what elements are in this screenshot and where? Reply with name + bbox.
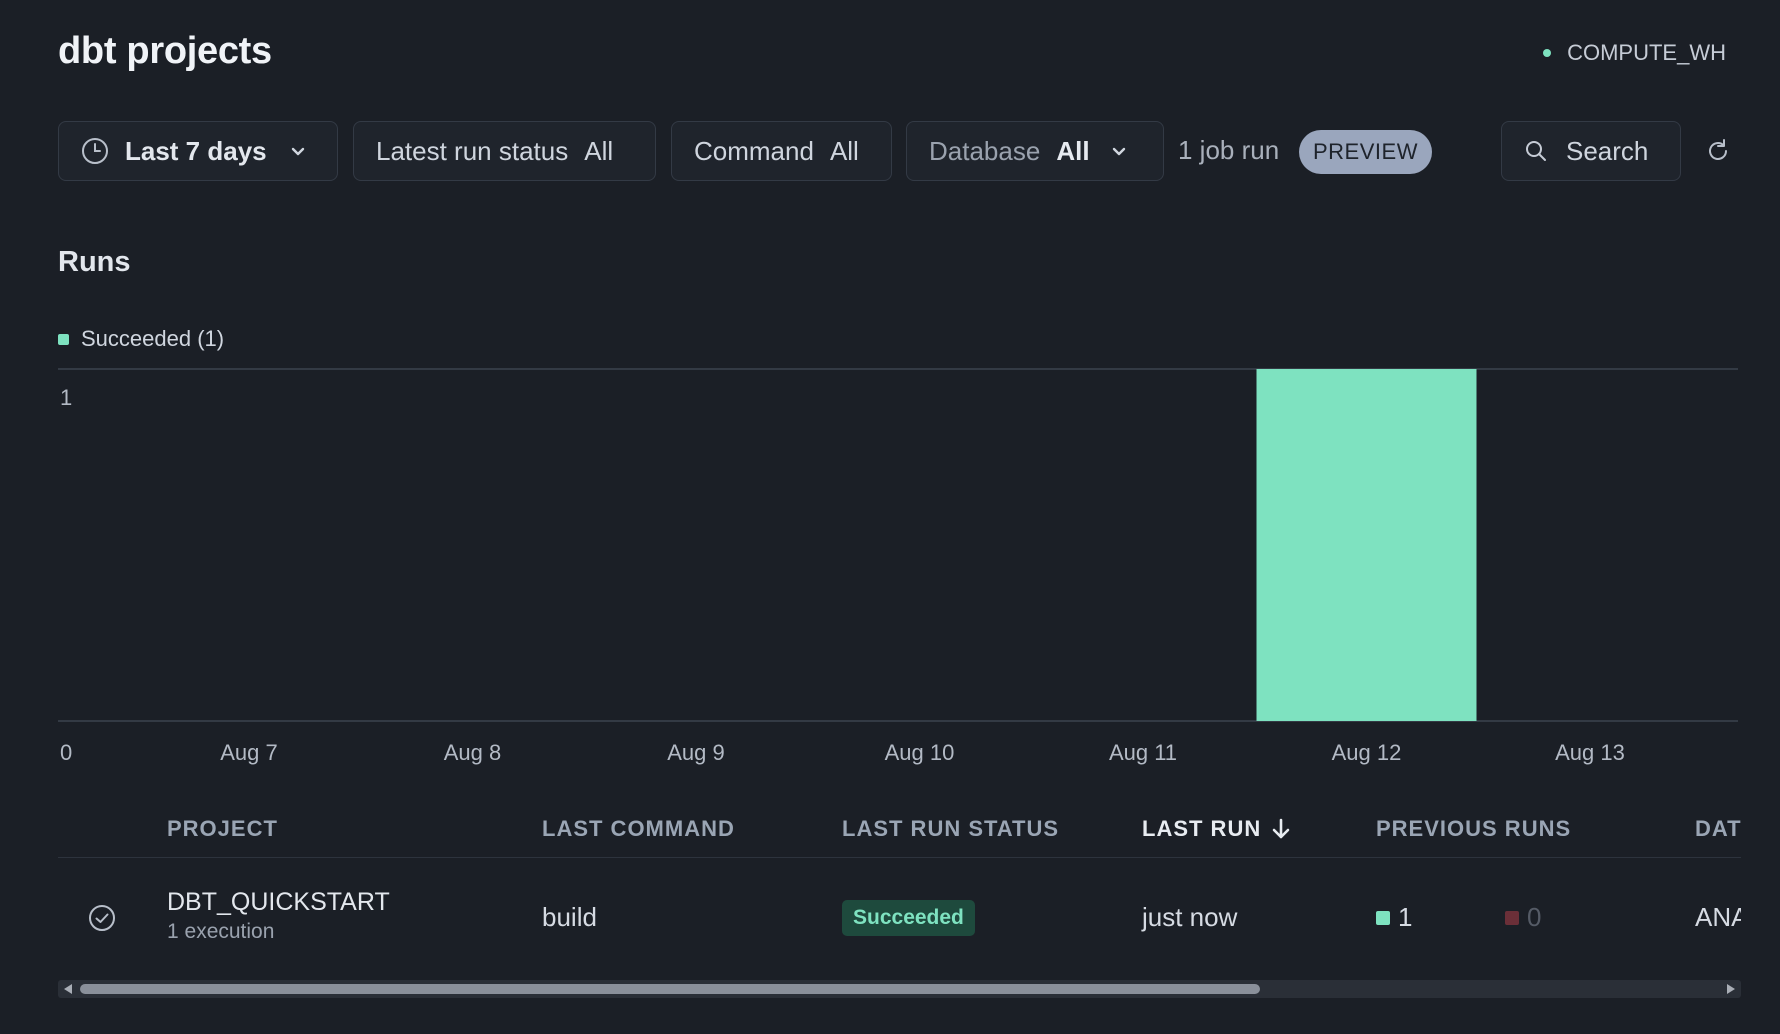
bar-aug-12: [1256, 369, 1477, 721]
previous-failed-count: 0: [1527, 902, 1542, 932]
status-badge: Succeeded: [842, 900, 975, 936]
last-run-time: just now: [1142, 902, 1238, 932]
failed-square-icon: [1505, 910, 1519, 925]
project-name[interactable]: DBT_QUICKSTART: [167, 888, 390, 917]
y-tick-label: 1: [60, 385, 72, 410]
previous-success-count: 1: [1398, 902, 1413, 932]
column-header-last-command[interactable]: LAST COMMAND: [542, 816, 735, 842]
previous-runs-succeeded: 1: [1376, 902, 1412, 933]
x-tick-label: Aug 10: [885, 740, 955, 765]
column-header-label: LAST RUN: [1142, 816, 1262, 841]
previous-runs-failed: 0: [1505, 902, 1541, 933]
x-tick-label: Aug 7: [220, 740, 278, 765]
database-name: ANA: [1695, 902, 1741, 932]
x-tick-label: Aug 12: [1332, 740, 1402, 765]
column-header-project[interactable]: PROJECT: [167, 816, 278, 842]
scroll-left-icon[interactable]: [64, 984, 72, 994]
x-tick-label: Aug 8: [444, 740, 502, 765]
column-header-last-run[interactable]: LAST RUN: [1142, 816, 1291, 842]
column-header-database[interactable]: DAT: [1695, 816, 1741, 842]
success-square-icon: [1376, 910, 1390, 925]
runs-bar-chart: 0 1 Aug 7 Aug 8 Aug 9 Aug 10 Aug 11 Aug 12 Aug 1…: [58, 368, 1738, 765]
table-row[interactable]: DBT_QUICKSTART 1 execution build Succeed…: [58, 858, 1741, 973]
column-header-previous-runs[interactable]: PREVIOUS RUNS: [1376, 816, 1571, 842]
x-tick-label: Aug 11: [1109, 740, 1177, 765]
check-circle-icon: [89, 905, 115, 931]
column-header-last-run-status[interactable]: LAST RUN STATUS: [842, 816, 1059, 842]
y-tick-label: 0: [60, 740, 72, 765]
execution-count: 1 execution: [167, 920, 275, 943]
x-tick-label: Aug 13: [1555, 740, 1625, 765]
horizontal-scrollbar[interactable]: [58, 980, 1741, 998]
scroll-right-icon[interactable]: [1727, 984, 1735, 994]
scrollbar-thumb[interactable]: [80, 984, 1260, 994]
last-command: build: [542, 902, 597, 932]
dbt-projects-page: dbt projects COMPUTE_WH Last 7 days Late…: [0, 0, 1780, 1034]
x-tick-label: Aug 9: [667, 740, 725, 765]
arrow-down-icon: [1272, 818, 1290, 839]
